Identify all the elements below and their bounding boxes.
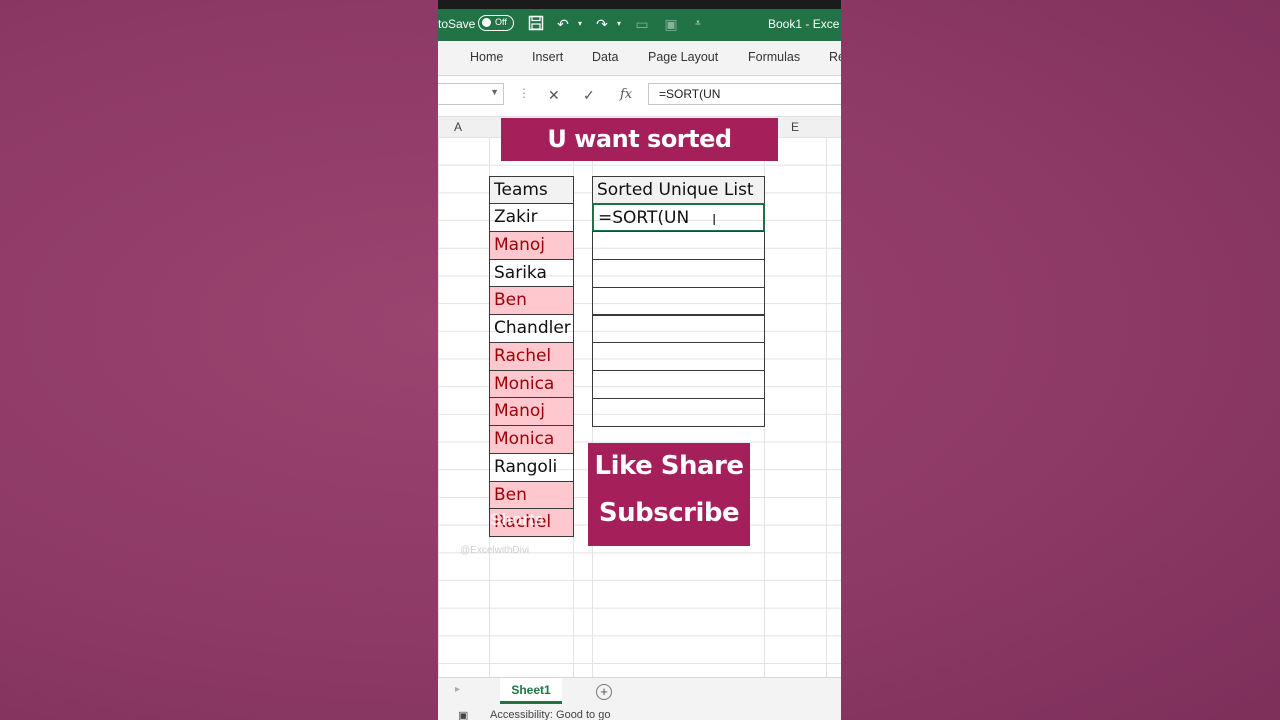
gridline bbox=[826, 137, 827, 677]
redo-icon[interactable]: ↷ bbox=[593, 15, 611, 33]
excel-window: toSave Off ↶ ▾ ↷ ▾ ▭ ▣ ⩡ Book1 - Exce Ho… bbox=[438, 0, 841, 720]
chevron-down-icon[interactable]: ▾ bbox=[571, 15, 589, 33]
tab-data[interactable]: Data bbox=[592, 50, 618, 64]
autosave-toggle[interactable]: Off bbox=[478, 15, 514, 31]
toggle-knob bbox=[482, 18, 491, 27]
column-header-a[interactable]: A bbox=[454, 120, 462, 134]
tab-page-layout[interactable]: Page Layout bbox=[648, 50, 718, 64]
formula-input[interactable]: =SORT(UN bbox=[648, 83, 841, 105]
team-cell[interactable]: Manoj bbox=[489, 397, 574, 427]
tab-review[interactable]: Re bbox=[829, 50, 841, 64]
insert-function-icon[interactable]: fx bbox=[620, 87, 632, 102]
accessibility-status[interactable]: Accessibility: Good to go bbox=[490, 709, 610, 720]
team-cell[interactable]: Monica bbox=[489, 369, 574, 399]
name-box[interactable]: ▼ bbox=[438, 83, 504, 105]
sorted-list-header[interactable]: Sorted Unique List bbox=[592, 176, 765, 204]
title-bar: toSave Off ↶ ▾ ↷ ▾ ▭ ▣ ⩡ Book1 - Exce bbox=[438, 9, 841, 41]
team-cell[interactable]: Chandler bbox=[489, 314, 574, 343]
book-title: Book1 - Exce bbox=[768, 17, 840, 31]
formula-bar: ▼ ⋮ ✕ ✓ fx =SORT(UN bbox=[438, 76, 841, 117]
add-sheet-icon[interactable]: + bbox=[596, 684, 612, 700]
chevron-down-icon[interactable]: ▼ bbox=[490, 87, 499, 97]
title-banner: U want sorted unique list bbox=[501, 118, 778, 196]
promo-line-2: Subscribe bbox=[598, 498, 740, 528]
channel-watermark: @ExcelwithDivi bbox=[460, 545, 530, 556]
macro-icon[interactable]: ▣ bbox=[458, 709, 468, 720]
more-icon: ⋮ bbox=[518, 86, 530, 100]
team-cell[interactable]: Sarika bbox=[489, 258, 574, 288]
undo-icon[interactable]: ↶ bbox=[554, 15, 572, 33]
cancel-icon[interactable]: ✕ bbox=[548, 87, 560, 104]
sorted-list-cell[interactable] bbox=[592, 286, 765, 316]
sorted-list-cell[interactable] bbox=[592, 342, 765, 371]
promo-line-1: Like Share bbox=[594, 451, 745, 481]
form-icon[interactable]: ▭ bbox=[633, 15, 651, 33]
teams-header[interactable]: Teams bbox=[489, 176, 574, 204]
team-cell[interactable]: Rangoli bbox=[489, 452, 574, 482]
text-cursor-icon: I bbox=[712, 212, 717, 229]
team-cell[interactable]: Rachel bbox=[489, 341, 574, 371]
sorted-list-cell[interactable] bbox=[592, 231, 765, 260]
chevron-left-icon[interactable]: ▸ bbox=[455, 684, 460, 695]
autosave-label: toSave bbox=[438, 17, 476, 31]
tab-insert[interactable]: Insert bbox=[532, 50, 563, 64]
shorts-watermark: Shorts bbox=[490, 510, 544, 529]
promo-box: Like Share Subscribe bbox=[588, 443, 750, 546]
ribbon-tabs: Home Insert Data Page Layout Formulas Re bbox=[438, 41, 841, 76]
status-bar: ▣ Accessibility: Good to go bbox=[438, 707, 841, 720]
form2-icon[interactable]: ▣ bbox=[662, 15, 680, 33]
sheet-tab-bar: ▸ Sheet1 + bbox=[438, 677, 841, 708]
team-cell[interactable]: Zakir bbox=[489, 203, 574, 232]
column-header-e[interactable]: E bbox=[791, 120, 799, 134]
tab-sheet1[interactable]: Sheet1 bbox=[500, 678, 562, 704]
tab-formulas[interactable]: Formulas bbox=[748, 50, 800, 64]
team-cell[interactable]: Ben bbox=[489, 480, 574, 510]
toggle-state: Off bbox=[495, 17, 507, 27]
sorted-list-cell[interactable] bbox=[592, 397, 765, 427]
tab-home[interactable]: Home bbox=[470, 50, 503, 64]
phone-status-strip bbox=[438, 0, 841, 9]
enter-icon[interactable]: ✓ bbox=[583, 87, 595, 104]
sorted-list-cell[interactable] bbox=[592, 314, 765, 344]
team-cell[interactable]: Ben bbox=[489, 286, 574, 316]
customize-icon[interactable]: ⩡ bbox=[689, 15, 707, 33]
sorted-list-cell[interactable] bbox=[592, 369, 765, 399]
active-cell[interactable]: =SORT(UN bbox=[592, 203, 765, 232]
save-icon[interactable] bbox=[527, 15, 545, 33]
chevron-down-icon[interactable]: ▾ bbox=[610, 15, 628, 33]
team-cell[interactable]: Manoj bbox=[489, 230, 574, 260]
sorted-list-cell[interactable] bbox=[592, 258, 765, 288]
team-cell[interactable]: Monica bbox=[489, 425, 574, 454]
